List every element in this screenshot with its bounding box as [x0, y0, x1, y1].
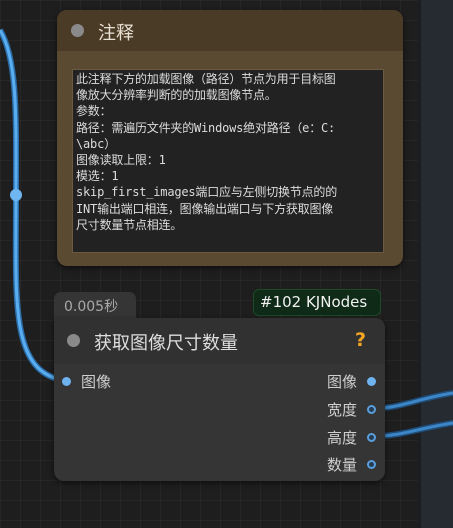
input-label: 图像 — [81, 372, 112, 391]
get-image-size-count-node[interactable]: 获取图像尺寸数量 ? 图像 图像 宽度 高度 数量 — [54, 318, 385, 481]
output-label: 宽度 — [326, 400, 357, 419]
note-title: 注释 — [98, 23, 134, 44]
help-icon[interactable]: ? — [355, 329, 366, 351]
output-port-icon[interactable] — [367, 459, 376, 469]
note-line: 参数： — [76, 104, 112, 119]
output-slot-height[interactable]: 高度 — [327, 427, 376, 447]
output-port-icon[interactable] — [367, 376, 376, 386]
collapse-dot-icon[interactable] — [67, 334, 80, 347]
node-id-label: #102 KJNodes — [260, 293, 368, 311]
input-port-icon[interactable] — [62, 376, 71, 386]
node-title: 获取图像尺寸数量 — [94, 333, 238, 354]
side-panel-edge — [418, 0, 421, 528]
note-line: 此注释下方的加载图像（路径）节点为用于目标图 — [76, 72, 336, 86]
note-header[interactable]: 注释 — [57, 10, 403, 51]
output-label: 数量 — [326, 455, 357, 474]
output-port-icon[interactable] — [367, 404, 376, 414]
output-slot-image[interactable]: 图像 — [327, 371, 376, 391]
note-line: 路径：需遍历文件夹的Windows绝对路径（e：C: — [76, 120, 336, 135]
note-textarea[interactable]: 此注释下方的加载图像（路径）节点为用于目标图 像放大分辨率判断的的加载图像节点。… — [72, 69, 384, 253]
node-header[interactable]: 获取图像尺寸数量 ? — [54, 318, 385, 364]
execution-time-badge: 0.005秒 — [54, 292, 136, 318]
collapse-dot-icon[interactable] — [71, 24, 84, 37]
output-slot-count[interactable]: 数量 — [327, 454, 376, 474]
node-id-badge: #102 KJNodes — [253, 289, 381, 316]
note-node[interactable]: 注释 此注释下方的加载图像（路径）节点为用于目标图 像放大分辨率判断的的加载图像… — [57, 10, 403, 266]
side-panel — [418, 0, 453, 528]
note-line: 像放大分辨率判断的的加载图像节点。 — [76, 88, 277, 103]
execution-time: 0.005秒 — [64, 299, 119, 315]
output-label: 图像 — [326, 372, 357, 391]
input-slot-image[interactable]: 图像 — [62, 371, 111, 391]
output-label: 高度 — [326, 428, 357, 447]
output-slot-width[interactable]: 宽度 — [327, 399, 376, 419]
note-line: 模选：1 — [76, 169, 119, 184]
output-port-icon[interactable] — [367, 432, 376, 442]
note-line: INT输出端口相连，图像输出端口与下方获取图像 — [76, 201, 334, 216]
note-line: skip_first_images端口应与左侧切换节点的的 — [76, 185, 338, 200]
note-line: 图像读取上限：1 — [76, 153, 166, 168]
note-line: \abc） — [76, 136, 116, 151]
note-line: 尺寸数量节点相连。 — [76, 217, 183, 232]
